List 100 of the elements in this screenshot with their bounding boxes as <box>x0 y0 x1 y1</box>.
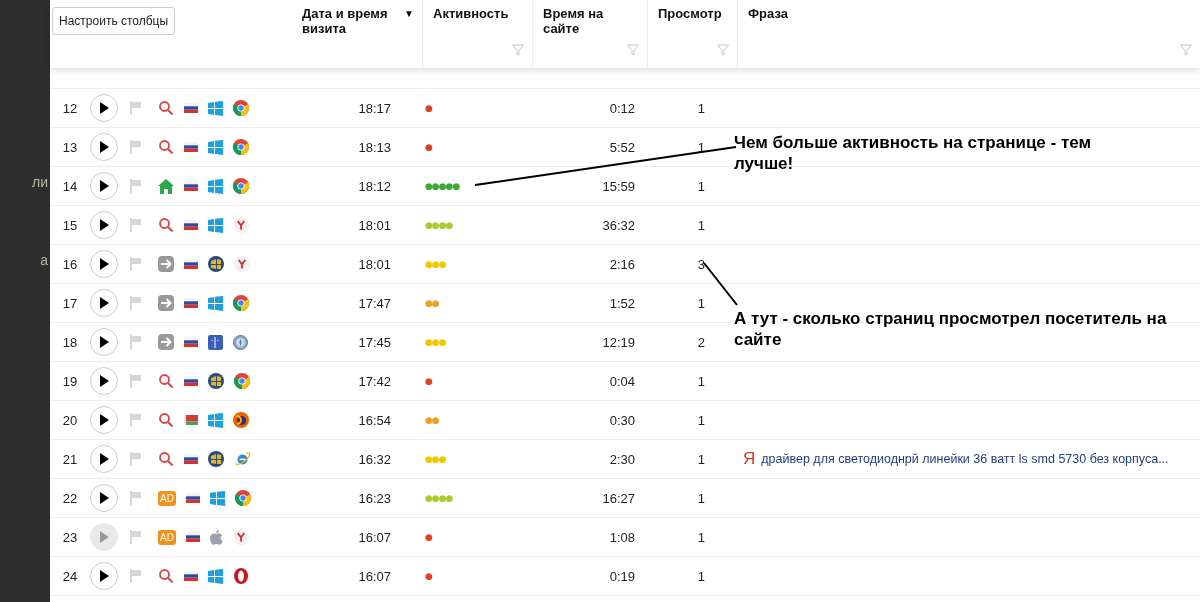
arrow-icon <box>158 334 174 350</box>
flag-icon <box>184 220 198 230</box>
play-icon <box>99 492 109 504</box>
play-button[interactable] <box>90 211 118 239</box>
windows-icon <box>208 295 223 311</box>
column-header[interactable]: Дата и время визита ▼ <box>278 0 422 68</box>
flag-icon[interactable] <box>130 257 142 271</box>
activity-dots: ● <box>425 103 432 113</box>
visit-time: 17:47 <box>357 295 392 311</box>
orb-icon <box>208 451 224 467</box>
activity-dots: ● <box>425 571 432 581</box>
activity-dots: ●●●●● <box>425 181 460 191</box>
flag-icon <box>184 259 198 269</box>
filter-icon[interactable] <box>717 44 729 56</box>
firefox-icon <box>233 412 249 428</box>
play-button[interactable] <box>90 94 118 122</box>
play-button[interactable] <box>90 133 118 161</box>
visit-time: 16:54 <box>357 412 392 428</box>
page-views: 1 <box>696 295 706 311</box>
chrome-icon <box>233 139 249 155</box>
column-header[interactable]: Время на сайте <box>532 0 647 68</box>
arrow-icon <box>158 295 174 311</box>
phrase-link[interactable]: драйвер для светодиоднрй линейки 36 ватт ls smd 5730 без корпуса... <box>761 452 1169 466</box>
flag-icon[interactable] <box>130 569 142 583</box>
row-number: 12 <box>61 100 79 116</box>
activity-dots: ●●●● <box>425 220 453 230</box>
filter-icon[interactable] <box>512 44 524 56</box>
filter-icon[interactable] <box>1180 44 1192 56</box>
play-button[interactable] <box>90 562 118 590</box>
play-icon <box>99 414 109 426</box>
yandex-browser-icon <box>233 217 249 233</box>
activity-dots: ●●● <box>425 259 446 269</box>
column-header[interactable]: Просмотр <box>647 0 737 68</box>
play-button[interactable] <box>90 406 118 434</box>
duration: 1:52 <box>608 295 636 311</box>
windows-icon <box>208 178 223 194</box>
row-number: 14 <box>61 178 79 194</box>
house-icon <box>158 178 174 194</box>
page-views: 2 <box>696 334 706 350</box>
flag-icon <box>184 571 198 581</box>
activity-dots: ●● <box>425 415 439 425</box>
yandex-browser-icon <box>232 529 249 545</box>
activity-dots: ●●● <box>425 337 446 347</box>
play-icon <box>99 531 109 543</box>
flag-icon[interactable] <box>130 491 142 505</box>
row-number: 15 <box>61 217 79 233</box>
windows-icon <box>208 100 223 116</box>
activity-dots: ●● <box>425 298 439 308</box>
page-views: 3 <box>696 256 706 272</box>
chrome-icon <box>233 178 249 194</box>
menu-label[interactable]: а <box>40 252 48 268</box>
play-button[interactable] <box>90 172 118 200</box>
column-header[interactable]: Фраза <box>737 0 1200 68</box>
annotation-text: Чем больше активность на странице - тем лучше! <box>734 132 1093 174</box>
menu-label[interactable]: ли <box>32 174 48 190</box>
play-button[interactable] <box>90 484 118 512</box>
apple-icon <box>209 529 223 545</box>
flag-icon[interactable] <box>130 530 142 544</box>
ad-badge: AD <box>158 490 176 506</box>
flag-icon[interactable] <box>130 179 142 193</box>
play-icon <box>99 570 109 582</box>
play-icon <box>99 258 109 270</box>
flag-icon[interactable] <box>130 335 142 349</box>
flag-icon[interactable] <box>130 452 142 466</box>
flag-icon[interactable] <box>130 413 142 427</box>
flag-icon[interactable] <box>130 374 142 388</box>
search-icon <box>158 217 174 233</box>
play-icon <box>99 453 109 465</box>
ie-icon <box>234 451 250 467</box>
flag-icon <box>185 493 200 503</box>
play-button[interactable] <box>90 250 118 278</box>
flag-icon[interactable] <box>130 101 142 115</box>
play-icon <box>99 375 109 387</box>
visit-time: 18:12 <box>357 178 392 194</box>
windows-icon <box>209 490 225 506</box>
search-icon <box>158 568 174 584</box>
flag-icon <box>184 376 198 386</box>
visit-time: 16:07 <box>357 529 392 545</box>
flag-icon <box>184 103 198 113</box>
activity-dots: ●●●● <box>425 493 453 503</box>
play-button[interactable] <box>90 445 118 473</box>
arrow-icon <box>158 256 174 272</box>
activity-dots: ●●● <box>425 454 446 464</box>
flag-icon[interactable] <box>130 140 142 154</box>
column-header[interactable]: Активность <box>422 0 532 68</box>
flag-icon[interactable] <box>130 218 142 232</box>
chrome-icon <box>233 295 249 311</box>
flag-icon[interactable] <box>130 296 142 310</box>
play-button[interactable] <box>90 367 118 395</box>
visit-time: 18:01 <box>357 256 392 272</box>
visit-time: 16:07 <box>357 568 392 584</box>
duration: 2:30 <box>608 451 636 467</box>
play-button[interactable] <box>90 328 118 356</box>
sort-icon[interactable]: ▼ <box>404 6 414 21</box>
play-button[interactable] <box>90 289 118 317</box>
duration: 5:52 <box>608 139 636 155</box>
duration: 2:16 <box>608 256 636 272</box>
visit-time: 17:42 <box>357 373 392 389</box>
columns-button[interactable]: Настроить столбцы <box>52 7 176 35</box>
filter-icon[interactable] <box>627 44 639 56</box>
